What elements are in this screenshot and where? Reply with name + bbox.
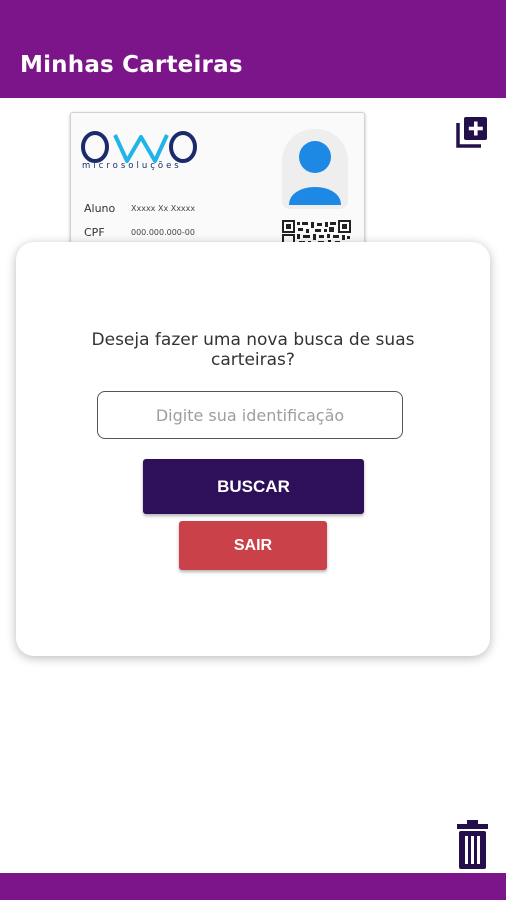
trash-icon bbox=[457, 820, 488, 869]
cpf-label: CPF bbox=[84, 226, 105, 239]
student-value: Xxxxx Xx Xxxxx bbox=[131, 204, 196, 213]
student-photo bbox=[282, 129, 348, 209]
prompt-line-2: carteiras? bbox=[211, 350, 295, 370]
page-title: Minhas Carteiras bbox=[20, 52, 243, 78]
identification-input[interactable] bbox=[97, 391, 403, 439]
search-dialog: Deseja fazer uma nova busca de suas cart… bbox=[16, 242, 490, 656]
search-button[interactable]: BUSCAR bbox=[143, 459, 364, 514]
cpf-value: 000.000.000-00 bbox=[131, 228, 195, 237]
prompt-line-1: Deseja fazer uma nova busca de suas bbox=[91, 330, 415, 350]
delete-cards-button[interactable] bbox=[456, 820, 489, 870]
bottom-bar bbox=[0, 873, 506, 900]
logo-subtitle: microsoluções bbox=[82, 161, 182, 171]
app-bar: Minhas Carteiras bbox=[0, 0, 506, 98]
user-avatar-icon bbox=[289, 141, 341, 205]
search-prompt: Deseja fazer uma nova busca de suas cart… bbox=[16, 330, 490, 370]
add-card-button[interactable] bbox=[455, 115, 489, 149]
student-label: Aluno bbox=[84, 202, 116, 215]
exit-button[interactable]: SAIR bbox=[179, 521, 327, 570]
add-to-library-icon bbox=[456, 117, 487, 148]
